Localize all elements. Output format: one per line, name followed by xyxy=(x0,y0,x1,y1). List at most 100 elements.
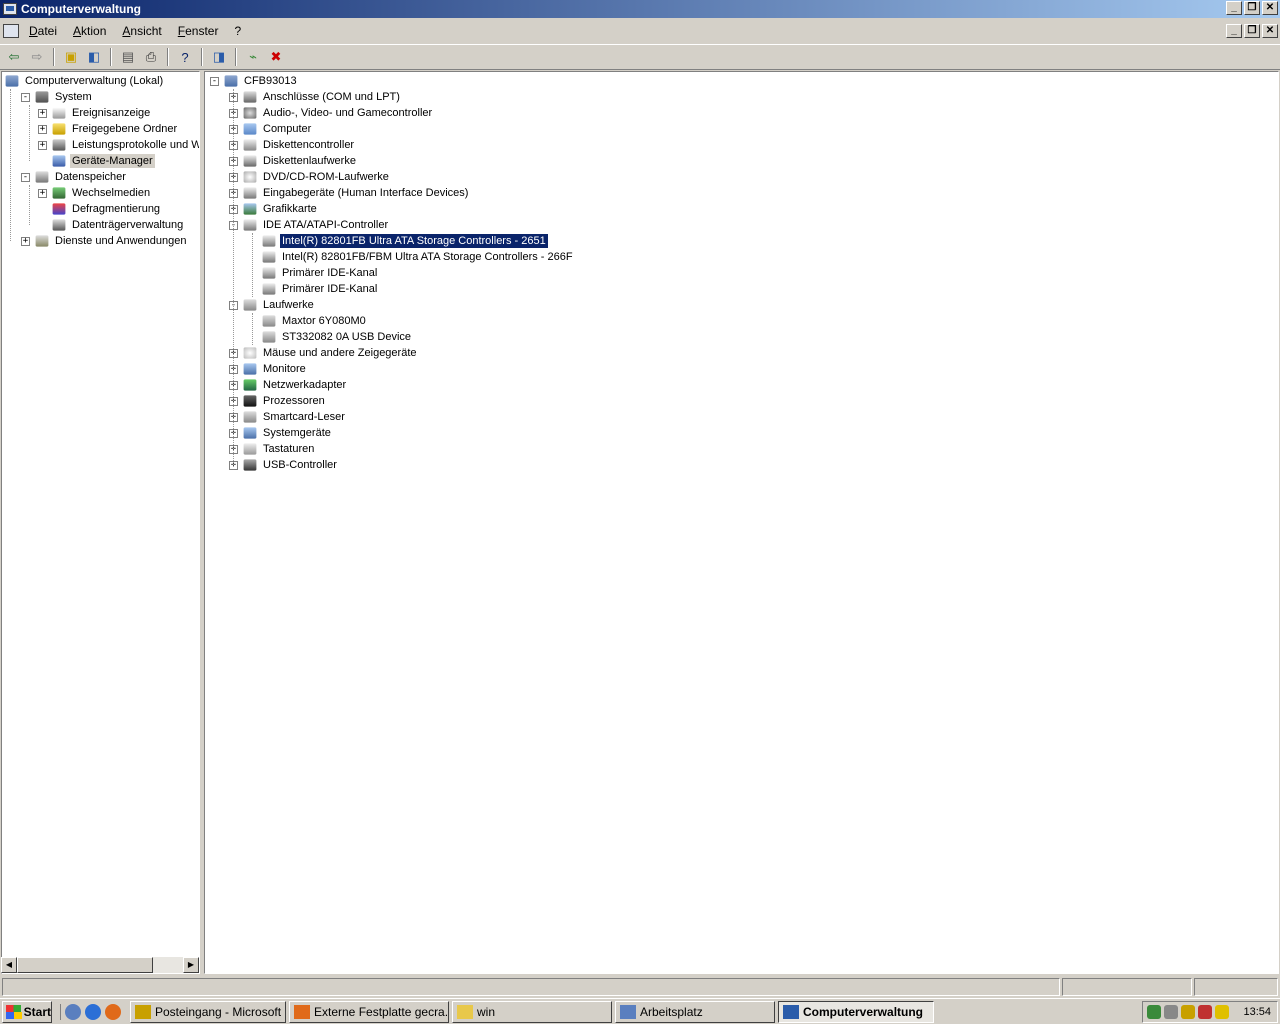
my-computer-icon xyxy=(620,1004,636,1019)
tree-item[interactable]: + Systemgeräte xyxy=(229,425,333,441)
tree-item[interactable]: - Laufwerke xyxy=(229,297,316,313)
tree-item[interactable]: + Dienste und Anwendungen xyxy=(21,233,189,249)
tree-item[interactable]: + Freigegebene Ordner xyxy=(38,121,179,137)
tree-item[interactable]: + Leistungsprotokolle und Warnungen xyxy=(38,137,199,153)
tree-item[interactable]: + Mäuse und andere Zeigegeräte xyxy=(229,345,419,361)
expand-icon[interactable]: + xyxy=(21,236,30,246)
tree-item[interactable]: + Computer xyxy=(229,121,313,137)
tree-item[interactable]: ST332082 0A USB Device xyxy=(248,329,413,345)
taskbar-button[interactable]: Posteingang - Microsoft ... xyxy=(130,1000,286,1023)
firefox-icon[interactable] xyxy=(105,1003,121,1020)
show-tree-icon[interactable]: ◧ xyxy=(84,47,104,67)
tree-item[interactable]: + DVD/CD-ROM-Laufwerke xyxy=(229,169,391,185)
tree-item[interactable]: + Ereignisanzeige xyxy=(38,105,152,121)
ide-controller-icon xyxy=(243,219,257,231)
menu-help[interactable]: ? xyxy=(226,21,249,41)
tree-item[interactable]: + Smartcard-Leser xyxy=(229,409,347,425)
network-adapter-icon xyxy=(243,379,257,391)
computer-icon xyxy=(5,75,19,87)
update-driver-icon[interactable]: ⌁ xyxy=(243,47,263,67)
show-desktop-icon[interactable] xyxy=(65,1003,81,1020)
tree-item[interactable]: + Prozessoren xyxy=(229,393,327,409)
security-tray-icon[interactable] xyxy=(1198,1005,1212,1019)
mdi-close-button[interactable]: ✕ xyxy=(1262,24,1278,38)
tree-item[interactable]: + Diskettencontroller xyxy=(229,137,356,153)
pen-tray-icon[interactable] xyxy=(1164,1005,1178,1019)
tree-item[interactable]: + Monitore xyxy=(229,361,308,377)
internet-explorer-icon[interactable] xyxy=(85,1003,101,1020)
close-button[interactable]: ✕ xyxy=(1262,1,1278,15)
menu-datei[interactable]: Datei xyxy=(21,21,65,41)
minimize-button[interactable]: _ xyxy=(1226,1,1242,15)
scroll-right-button[interactable]: ▶ xyxy=(183,957,199,973)
tree-item[interactable]: + Anschlüsse (COM und LPT) xyxy=(229,89,402,105)
expand-icon[interactable]: + xyxy=(38,140,47,150)
tree-item[interactable]: + Tastaturen xyxy=(229,441,316,457)
folder-icon xyxy=(457,1004,473,1019)
scroll-left-button[interactable]: ◀ xyxy=(1,957,17,973)
properties-icon[interactable]: ▤ xyxy=(118,47,138,67)
ide-controller-icon xyxy=(262,283,276,295)
collapse-icon[interactable]: - xyxy=(21,92,30,102)
tree-item[interactable]: - System xyxy=(21,89,94,105)
tree-item[interactable]: Defragmentierung xyxy=(38,201,162,217)
tree-item[interactable]: Geräte-Manager xyxy=(38,153,155,169)
device-manager-icon xyxy=(52,155,66,167)
horizontal-scrollbar[interactable]: ◀ ▶ xyxy=(1,957,199,973)
services-icon xyxy=(35,235,49,247)
taskbar-button[interactable]: Computerverwaltung xyxy=(778,1000,934,1023)
tree-item[interactable]: - Datenspeicher xyxy=(21,169,128,185)
tree-item[interactable]: Datenträgerverwaltung xyxy=(38,217,185,233)
menu-ansicht[interactable]: Ansicht xyxy=(114,21,169,41)
tree-item-label: Laufwerke xyxy=(263,299,314,311)
tree-item[interactable]: - IDE ATA/ATAPI-Controller xyxy=(229,217,390,233)
expand-icon[interactable]: + xyxy=(38,108,47,118)
audio-icon xyxy=(243,107,257,119)
collapse-icon[interactable]: - xyxy=(21,172,30,182)
tree-item-label: IDE ATA/ATAPI-Controller xyxy=(263,219,389,231)
system-tools-icon xyxy=(35,91,49,103)
pencil-tray-icon[interactable] xyxy=(1215,1005,1229,1019)
tree-item[interactable]: + Eingabegeräte (Human Interface Devices) xyxy=(229,185,470,201)
tree-item[interactable]: + Netzwerkadapter xyxy=(229,377,348,393)
windows-logo-icon xyxy=(6,1004,22,1019)
menu-aktion[interactable]: Aktion xyxy=(65,21,114,41)
power-tray-icon[interactable] xyxy=(1181,1005,1195,1019)
tree-item[interactable]: Intel(R) 82801FB Ultra ATA Storage Contr… xyxy=(248,233,549,249)
tree-item[interactable]: + USB-Controller xyxy=(229,457,339,473)
tree-item[interactable]: Primärer IDE-Kanal xyxy=(248,265,379,281)
clock[interactable]: 13:54 xyxy=(1243,1006,1271,1018)
tree-item-label: Systemgeräte xyxy=(263,427,331,439)
status-bar xyxy=(0,977,1280,997)
expand-icon[interactable]: + xyxy=(38,188,47,198)
back-icon[interactable]: ⇦ xyxy=(4,47,24,67)
tree-item[interactable]: Intel(R) 82801FB/FBM Ultra ATA Storage C… xyxy=(248,249,575,265)
tree-item[interactable]: + Grafikkarte xyxy=(229,201,319,217)
network-tray-icon[interactable] xyxy=(1147,1005,1161,1019)
mdi-system-icon[interactable] xyxy=(3,24,19,38)
taskbar-button[interactable]: win xyxy=(452,1000,612,1023)
uninstall-icon[interactable]: ✖ xyxy=(266,47,286,67)
expand-icon[interactable]: + xyxy=(38,124,47,134)
help-icon[interactable]: ? xyxy=(175,47,195,67)
tree-item[interactable]: + Audio-, Video- und Gamecontroller xyxy=(229,105,434,121)
start-button[interactable]: Start xyxy=(2,1000,52,1023)
tree-item[interactable]: + Wechselmedien xyxy=(38,185,152,201)
restore-button[interactable]: ❐ xyxy=(1244,1,1260,15)
scroll-thumb[interactable] xyxy=(17,957,153,973)
print-icon[interactable]: ⎙ xyxy=(141,47,161,67)
tree-item[interactable]: + Diskettenlaufwerke xyxy=(229,153,358,169)
tree-item[interactable]: - CFB93013 xyxy=(210,73,299,89)
collapse-icon[interactable]: - xyxy=(210,76,219,86)
mdi-minimize-button[interactable]: _ xyxy=(1226,24,1242,38)
tree-item[interactable]: Maxtor 6Y080M0 xyxy=(248,313,368,329)
scan-hardware-icon[interactable]: ◨ xyxy=(209,47,229,67)
menu-fenster[interactable]: Fenster xyxy=(170,21,227,41)
up-folder-icon[interactable]: ▣ xyxy=(61,47,81,67)
forward-icon[interactable]: ⇨ xyxy=(27,47,47,67)
taskbar-button[interactable]: Arbeitsplatz xyxy=(615,1000,775,1023)
mdi-restore-button[interactable]: ❐ xyxy=(1244,24,1260,38)
tree-item[interactable]: Primärer IDE-Kanal xyxy=(248,281,379,297)
taskbar-button[interactable]: Externe Festplatte gecra... xyxy=(289,1000,449,1023)
tree-item[interactable]: Computerverwaltung (Lokal) xyxy=(4,73,165,89)
